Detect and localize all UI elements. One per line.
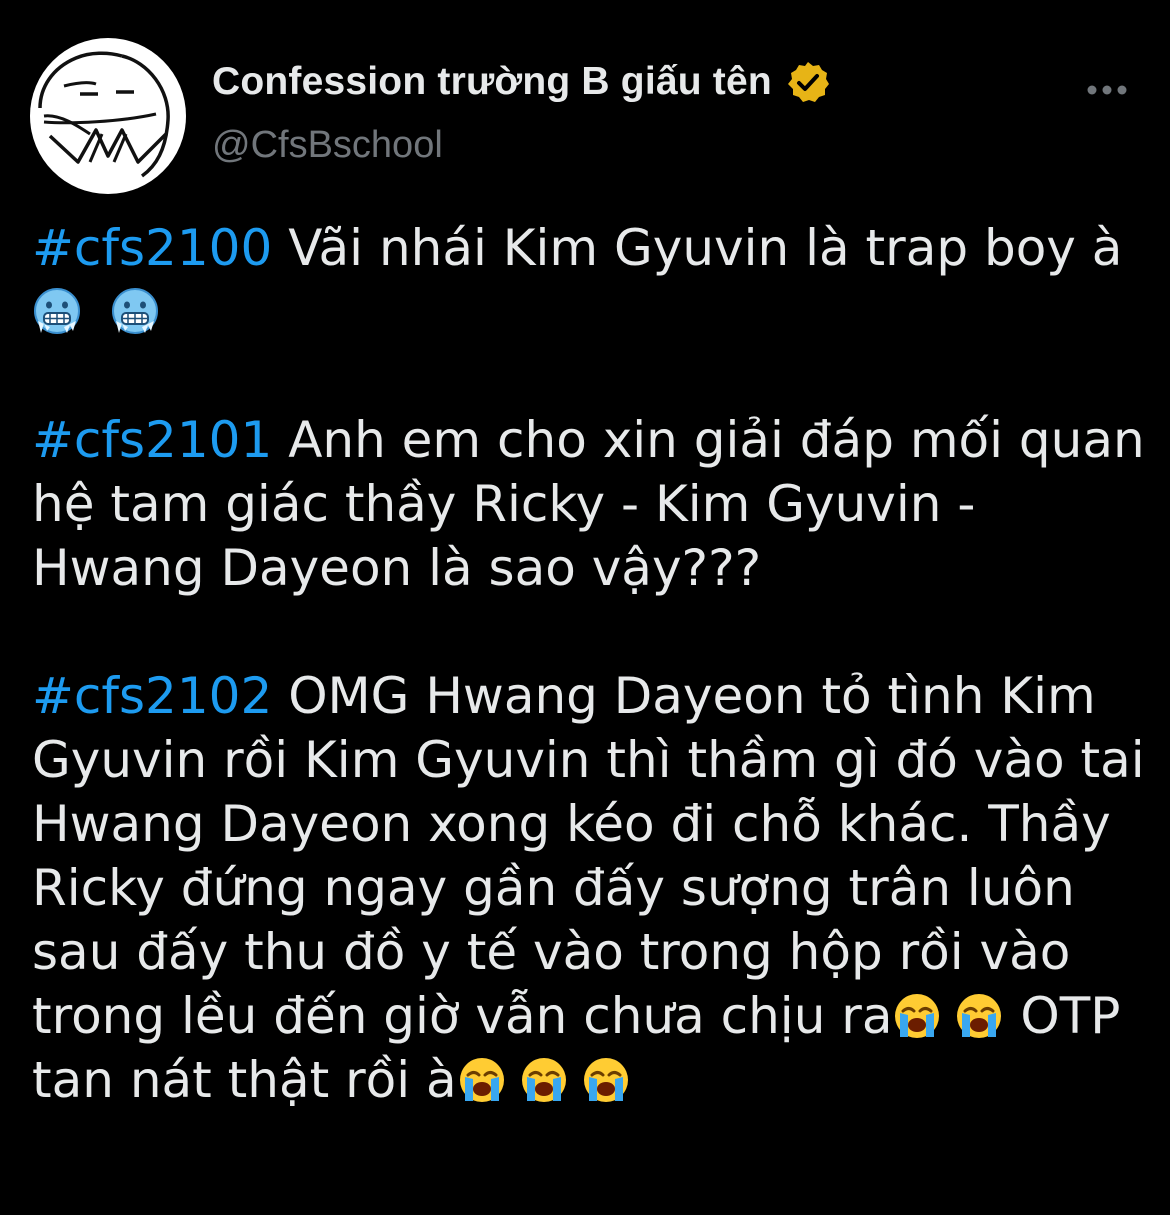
loudly-crying-face-icon <box>895 994 940 1038</box>
emoji-group <box>892 987 1004 1045</box>
display-name[interactable]: Confession trường B giấu tên <box>212 60 772 104</box>
tweet-header: Confession trường B giấu tên @CfsBschool <box>0 0 1170 210</box>
hashtag-cfs2102[interactable]: #cfs2102 <box>32 667 272 725</box>
verified-badge-icon <box>787 62 829 102</box>
emoji-group <box>457 1051 631 1109</box>
loudly-crying-face-icon <box>583 1058 628 1102</box>
post-cfs2100: #cfs2100 Vãi nhái Kim Gyuvin là trap boy… <box>32 216 1152 344</box>
loudly-crying-face-icon <box>521 1058 566 1102</box>
hashtag-cfs2100[interactable]: #cfs2100 <box>32 219 272 277</box>
doodle-face-icon <box>38 51 170 178</box>
loudly-crying-face-icon <box>957 994 1002 1038</box>
post-cfs2101: #cfs2101 Anh em cho xin giải đáp mối qua… <box>32 408 1152 600</box>
hashtag-cfs2101[interactable]: #cfs2101 <box>32 411 272 469</box>
loudly-crying-face-icon <box>459 1058 504 1102</box>
avatar[interactable] <box>30 38 186 194</box>
post-text: Vãi nhái Kim Gyuvin là trap boy à <box>272 219 1123 277</box>
post-cfs2102: #cfs2102 OMG Hwang Dayeon tỏ tình Kim Gy… <box>32 664 1152 1112</box>
handle[interactable]: @CfsBschool <box>212 124 443 167</box>
tweet-body: #cfs2100 Vãi nhái Kim Gyuvin là trap boy… <box>32 216 1152 1176</box>
cold-face-icon <box>111 288 158 334</box>
emoji-group <box>32 283 160 341</box>
name-row: Confession trường B giấu tên <box>212 52 830 112</box>
more-options-icon[interactable] <box>1086 80 1130 100</box>
cold-face-icon <box>34 288 80 334</box>
